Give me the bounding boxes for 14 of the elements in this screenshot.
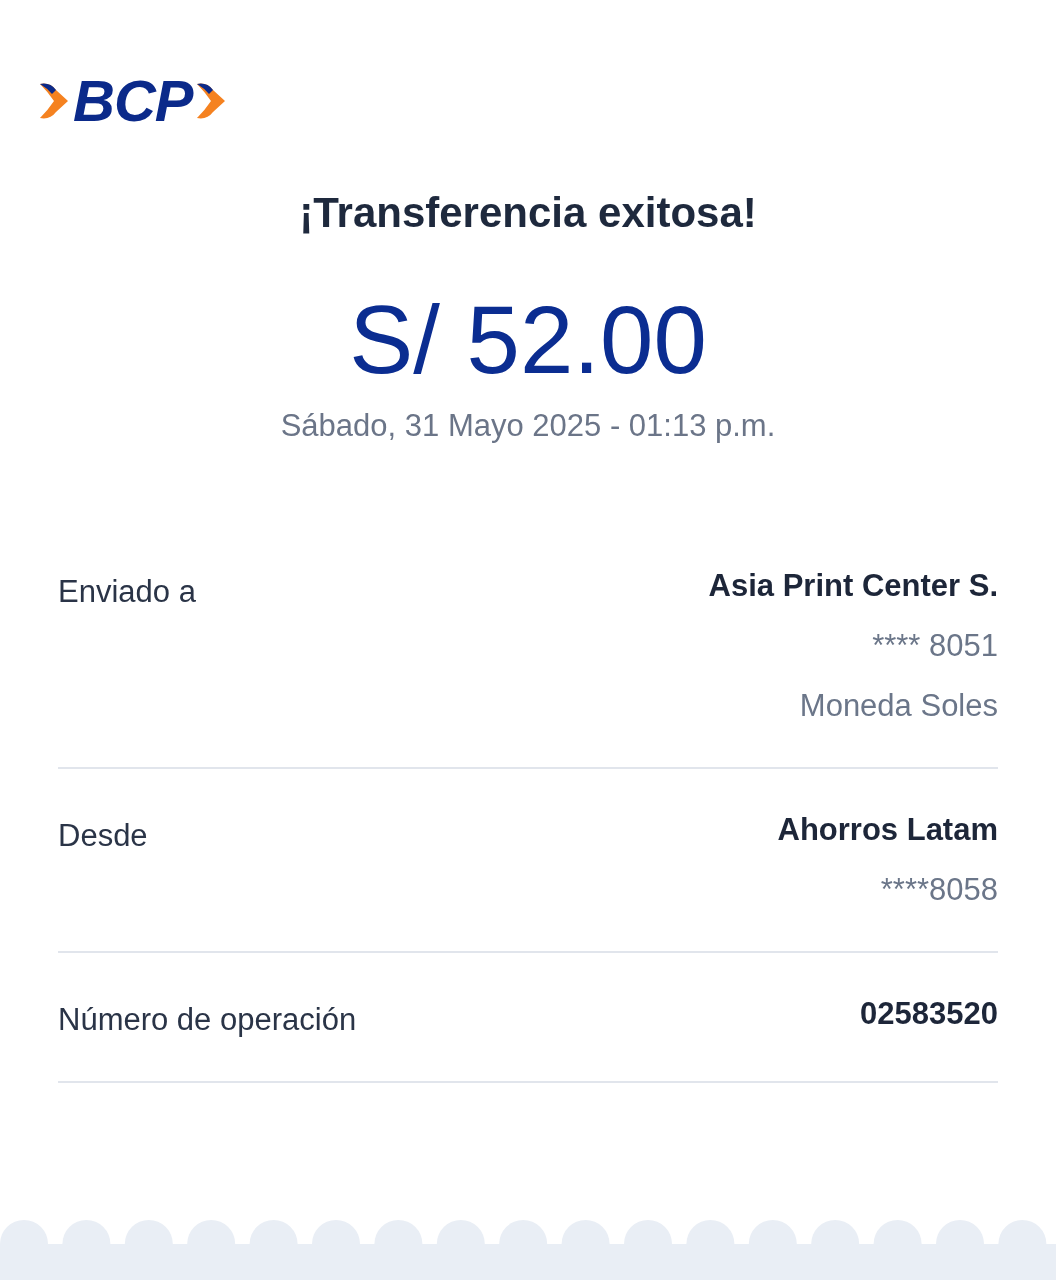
detail-label: Desde [58,817,148,855]
detail-value: **** 8051 [872,627,998,665]
detail-value: ****8058 [880,871,998,909]
detail-label: Enviado a [58,573,196,611]
logo-text: BCP [73,76,193,126]
detail-value: Ahorros Latam [777,811,998,849]
detail-value: Asia Print Center S. [708,567,998,605]
detail-value: Moneda Soles [799,687,998,725]
amount-text: S/ 52.00 [349,285,707,395]
detail-value: 02583520 [860,995,998,1033]
chevron-icon [38,82,70,120]
detail-label: Número de operación [58,1001,357,1039]
success-title: ¡Transferencia exitosa! [299,188,757,238]
date-time-text: Sábado, 31 Mayo 2025 - 01:13 p.m. [280,407,776,445]
